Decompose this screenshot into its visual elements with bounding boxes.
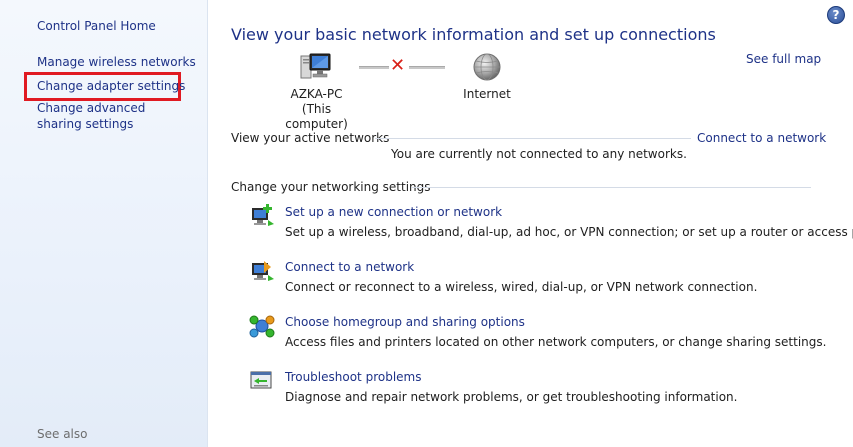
active-networks-header: View your active networks [231,131,390,145]
help-button[interactable]: ? [827,6,845,24]
choose-homegroup-description: Access files and printers located on oth… [285,335,827,349]
control-panel-home-link[interactable]: Control Panel Home [37,18,156,34]
not-connected-status: You are currently not connected to any n… [391,147,687,161]
setup-new-connection-description: Set up a wireless, broadband, dial-up, a… [285,225,853,239]
troubleshoot-problems-link[interactable]: Troubleshoot problems [285,370,421,384]
new-connection-icon [249,204,275,231]
sidebar: Control Panel Home Manage wireless netwo… [0,0,208,447]
connect-to-network-link[interactable]: Connect to a network [697,131,826,145]
connection-line-left [359,66,389,69]
choose-homegroup-link[interactable]: Choose homegroup and sharing options [285,315,525,329]
manage-wireless-networks-link[interactable]: Manage wireless networks [37,54,196,70]
setup-new-connection-link[interactable]: Set up a new connection or network [285,205,502,219]
computer-name: AZKA-PC (This computer) [269,87,364,132]
computer-icon [297,52,333,85]
change-advanced-sharing-settings-link[interactable]: Change advanced sharing settings [37,100,192,132]
troubleshoot-problems-description: Diagnose and repair network problems, or… [285,390,738,404]
connect-network-icon [249,259,275,286]
see-also-label: See also [37,427,88,441]
computer-sub-label: (This computer) [285,102,348,131]
main-panel: View your basic network information and … [209,0,853,447]
troubleshoot-icon [249,369,275,396]
see-full-map-link[interactable]: See full map [746,52,821,66]
homegroup-icon [249,314,275,341]
connection-line-right [409,66,445,69]
computer-name-label: AZKA-PC [290,87,343,101]
connect-to-network-description: Connect or reconnect to a wireless, wire… [285,280,758,294]
active-networks-divider [375,138,691,139]
networking-settings-divider [412,187,811,188]
change-adapter-settings-link[interactable]: Change adapter settings [37,78,185,94]
networking-settings-header: Change your networking settings [231,180,431,194]
internet-label: Internet [463,87,511,101]
disconnected-x-icon: ✕ [390,55,406,76]
connect-to-network-task-link[interactable]: Connect to a network [285,260,414,274]
page-title: View your basic network information and … [231,25,716,44]
internet-globe-icon [472,52,502,85]
